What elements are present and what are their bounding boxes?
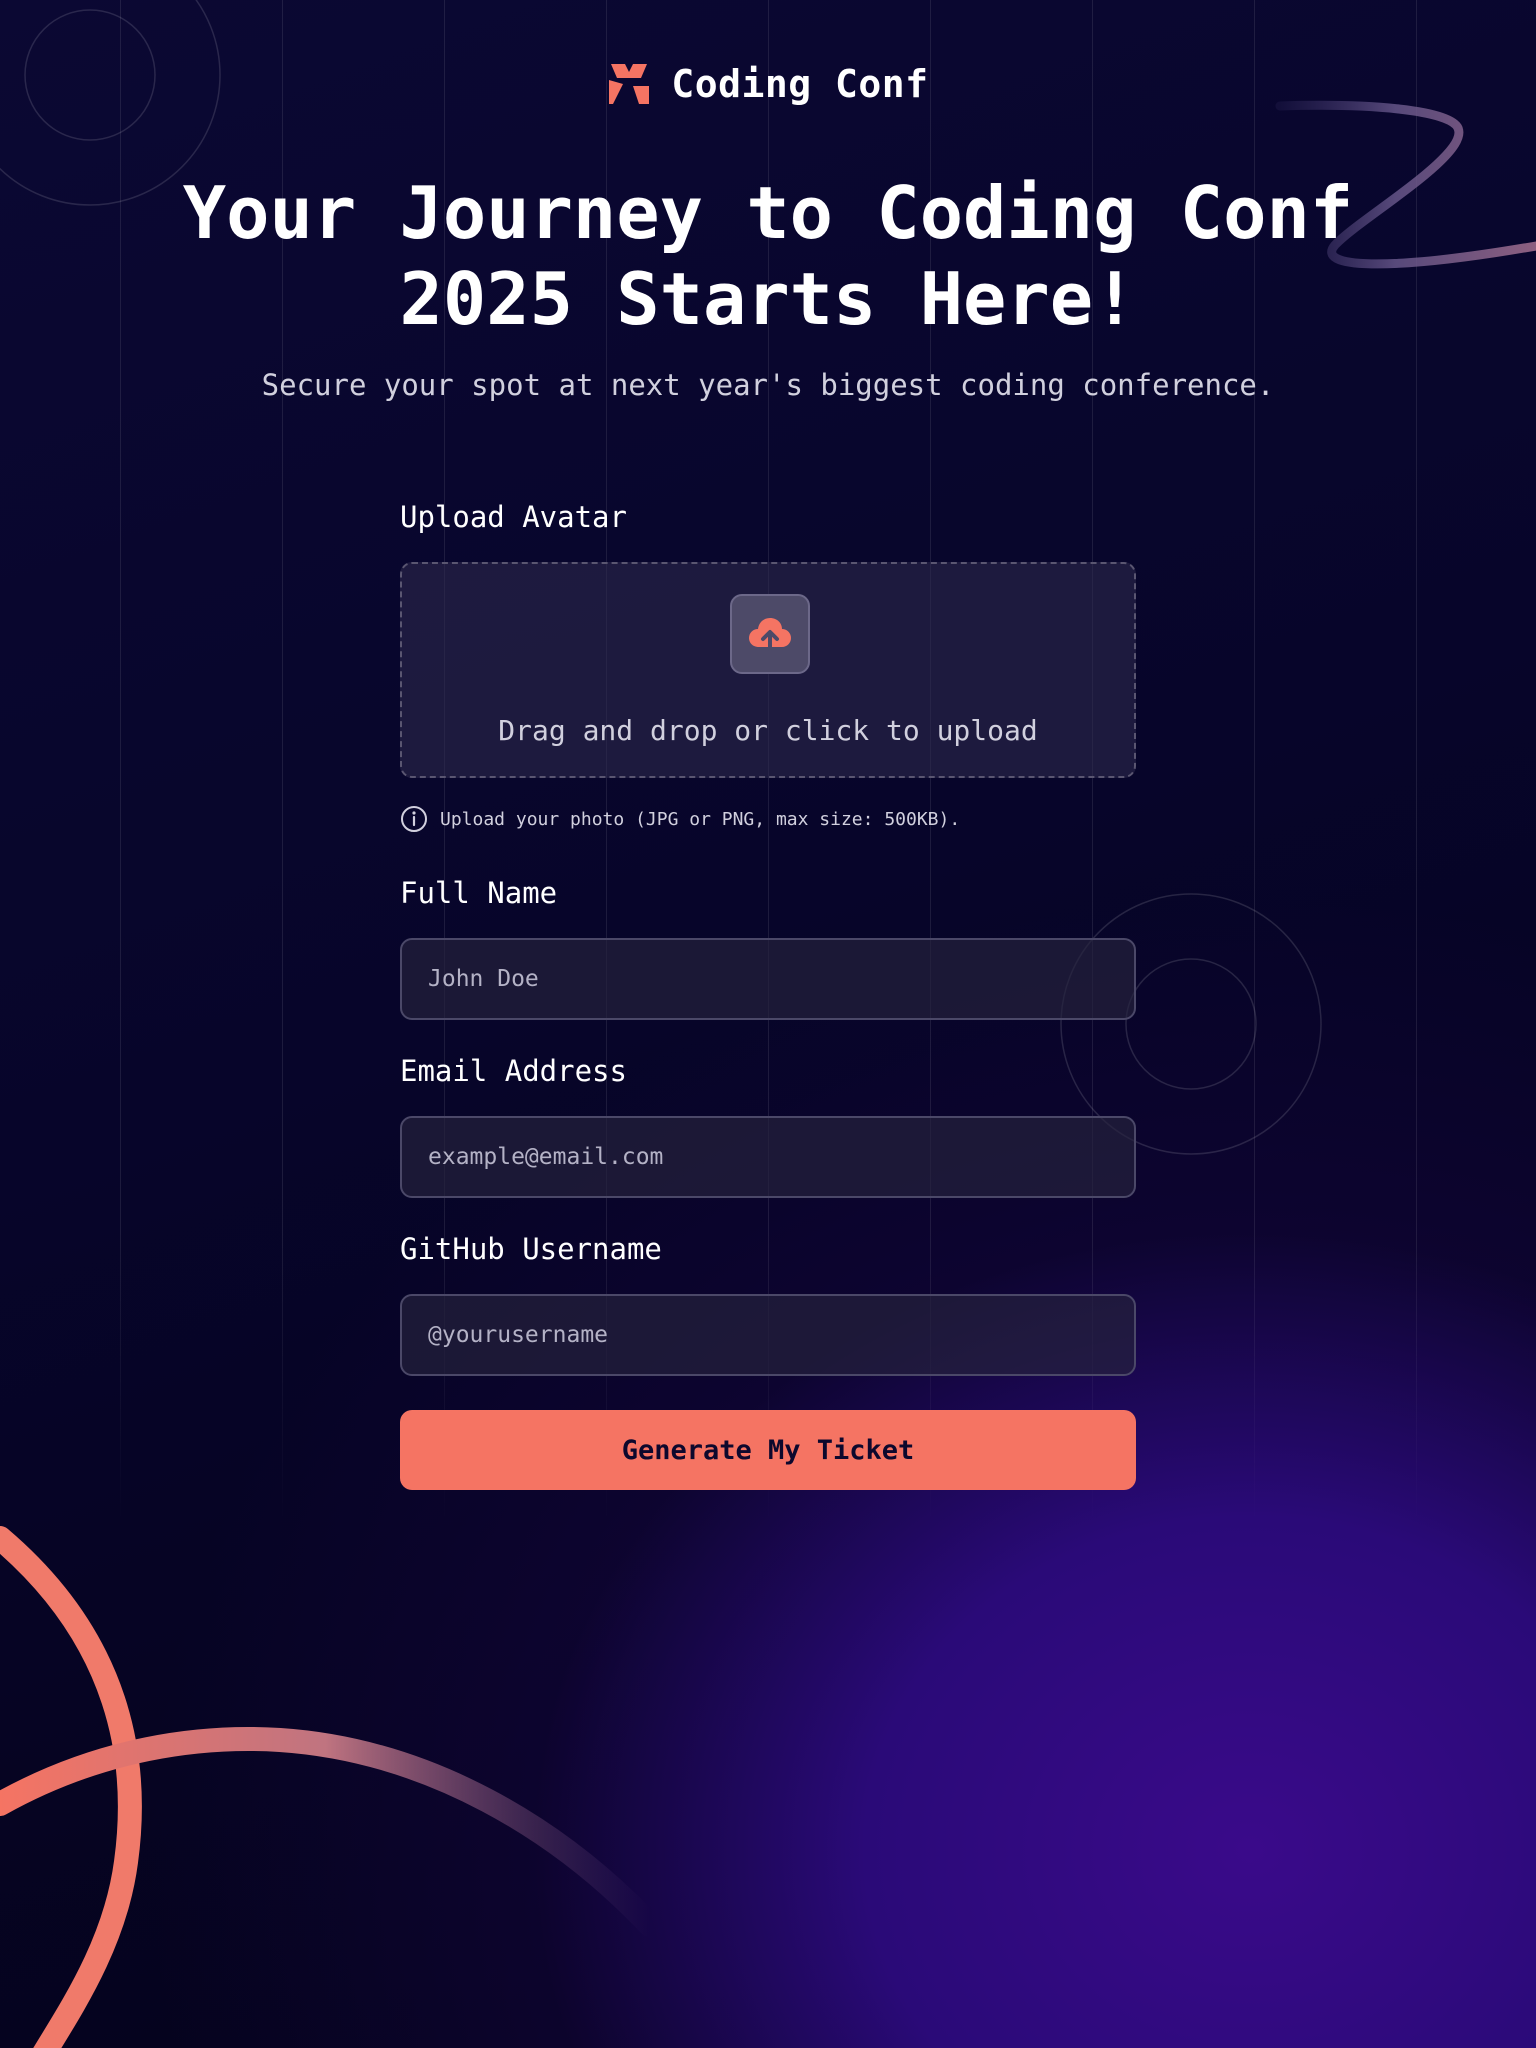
info-icon <box>401 806 427 832</box>
logo-mark-icon <box>609 64 650 104</box>
full-name-input[interactable] <box>400 938 1136 1020</box>
github-username-input[interactable] <box>400 1294 1136 1376</box>
avatar-label: Upload Avatar <box>400 500 627 534</box>
email-label: Email Address <box>400 1054 627 1088</box>
avatar-hint: Upload your photo (JPG or PNG, max size:… <box>400 804 1136 834</box>
page-title-line-1: Your Journey to Coding Conf <box>182 171 1354 255</box>
avatar-field: Upload Avatar Drag and drop or click to … <box>400 500 1136 834</box>
cloud-upload-icon <box>749 618 791 651</box>
upload-icon-box <box>730 594 810 674</box>
email-field: Email Address <box>400 1054 1136 1198</box>
ticket-form: Upload Avatar Drag and drop or click to … <box>400 500 1136 1490</box>
brand-name: Coding Conf <box>671 62 929 106</box>
dropzone-text: Drag and drop or click to upload <box>498 714 1038 747</box>
full-name-field: Full Name <box>400 876 1136 1020</box>
generate-ticket-button[interactable]: Generate My Ticket <box>400 1410 1136 1490</box>
email-input[interactable] <box>400 1116 1136 1198</box>
page-content: Coding Conf Your Journey to Coding Conf … <box>0 0 1536 2048</box>
github-field: GitHub Username <box>400 1232 1136 1376</box>
page-subtitle: Secure your spot at next year's biggest … <box>261 368 1275 402</box>
avatar-dropzone[interactable]: Drag and drop or click to upload <box>400 562 1136 778</box>
brand-logo[interactable]: Coding Conf <box>0 62 1536 106</box>
github-label: GitHub Username <box>400 1232 662 1266</box>
avatar-hint-text: Upload your photo (JPG or PNG, max size:… <box>440 808 961 830</box>
page-title: Your Journey to Coding Conf 2025 Starts … <box>168 170 1368 342</box>
full-name-label: Full Name <box>400 876 558 910</box>
page-title-line-2: 2025 Starts Here! <box>399 257 1137 341</box>
